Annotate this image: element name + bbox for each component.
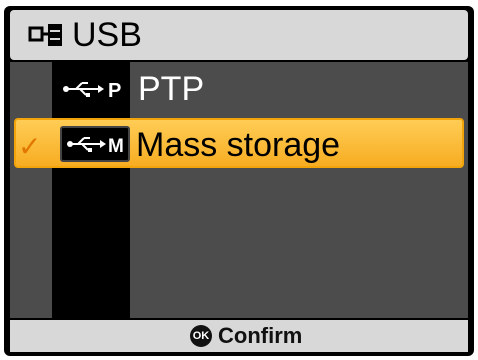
- ok-button-icon[interactable]: OK: [190, 325, 212, 347]
- usb-settings-icon: [28, 24, 62, 46]
- camera-menu-screen: USB P PTP ✓ M Mass storage OK Confirm: [4, 6, 474, 356]
- confirm-label: Confirm: [218, 323, 303, 348]
- usb-ptp-icon: P: [63, 80, 121, 102]
- menu-header: USB: [10, 10, 468, 60]
- footer-bar: OK Confirm: [10, 320, 468, 352]
- menu-item-label: PTP: [138, 70, 205, 108]
- svg-text:P: P: [108, 80, 121, 102]
- menu-item-mass-storage[interactable]: ✓ M Mass storage: [14, 118, 464, 168]
- menu-item-ptp[interactable]: P PTP: [10, 64, 468, 116]
- menu-list: P PTP ✓ M Mass storage: [10, 62, 468, 318]
- menu-item-label: Mass storage: [136, 126, 341, 164]
- svg-text:M: M: [108, 136, 124, 157]
- usb-mass-storage-icon: M: [60, 126, 130, 162]
- checkmark-icon: ✓: [18, 131, 42, 162]
- page-title: USB: [72, 16, 142, 54]
